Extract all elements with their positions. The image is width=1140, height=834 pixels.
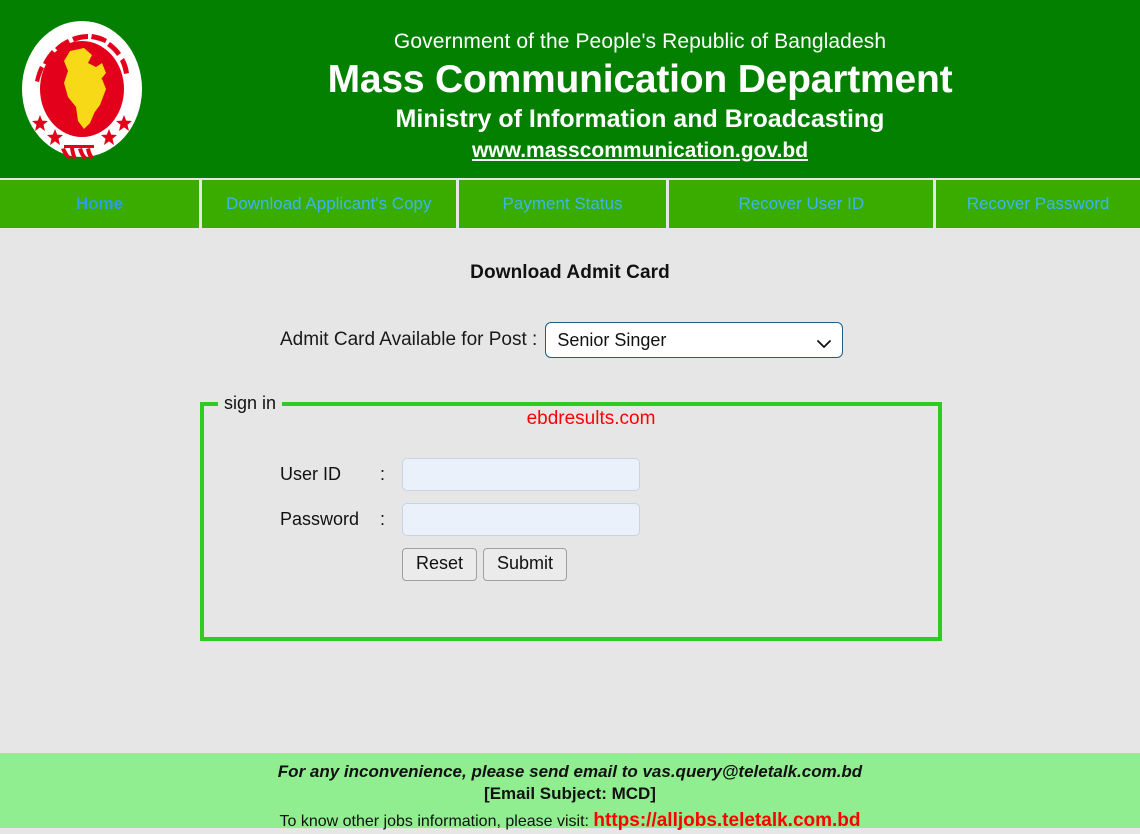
user-id-row: User ID : [280,458,938,491]
footer-jobs-line: To know other jobs information, please v… [0,806,1140,834]
reset-button[interactable]: Reset [402,548,478,581]
footer-email-subject-line: [Email Subject: MCD] [484,784,656,804]
nav-item-home[interactable]: Home [0,180,199,228]
nav-item-download-applicants-copy[interactable]: Download Applicant's Copy [201,180,456,228]
header-department-title: Mass Communication Department [327,58,953,102]
nav-item-recover-password[interactable]: Recover Password [936,180,1140,228]
watermark-text: ebdresults.com [526,408,656,429]
post-selector-label: Admit Card Available for Post : [280,329,538,350]
form-buttons-row: Reset Submit [402,548,938,581]
header-website-link-wrap: www.masscommunication.gov.bd [160,135,1120,163]
password-label: Password [280,509,360,529]
header-ministry-line: Ministry of Information and Broadcasting [395,105,885,134]
nav-item-payment-status-label: Payment Status [502,194,623,213]
post-selector-row: Admit Card Available for Post : Senior S… [0,322,1140,358]
header-website-link[interactable]: www.masscommunication.gov.bd [472,139,808,162]
nav-item-recover-password-label: Recover Password [966,194,1110,213]
submit-button[interactable]: Submit [483,548,568,581]
user-id-input[interactable] [402,458,640,491]
signin-legend: sign in [224,393,277,413]
password-input[interactable] [402,503,640,536]
header-government-line: Government of the People's Republic of B… [393,30,887,53]
signin-form: User ID : Password : Reset Submit [280,458,938,581]
nav-item-download-applicants-copy-label: Download Applicant's Copy [226,194,432,213]
post-select-wrapper: Senior Singer [545,322,844,358]
user-id-label: User ID [280,464,342,484]
nav-item-payment-status[interactable]: Payment Status [458,180,667,228]
header-text-block: Government of the People's Republic of B… [160,0,1120,163]
page-title: Download Admit Card [470,262,670,283]
footer-contact-line: For any inconvenience, please send email… [277,762,863,781]
nav-item-recover-user-id[interactable]: Recover User ID [669,180,934,228]
signin-fieldset: sign in ebdresults.com User ID : Passwor… [200,393,942,641]
post-select[interactable]: Senior Singer [545,322,844,358]
nav-item-recover-user-id-label: Recover User ID [738,194,865,213]
main-content: Download Admit Card Admit Card Available… [0,230,1140,753]
site-header: Government of the People's Republic of B… [0,0,1140,178]
user-id-separator: : [380,464,386,484]
main-navigation: Home Download Applicant's Copy Payment S… [0,180,1140,230]
password-separator: : [380,509,386,529]
site-footer: For any inconvenience, please send email… [0,753,1140,831]
password-row: Password : [280,503,938,536]
bangladesh-government-emblem-icon [18,17,146,162]
nav-item-home-label: Home [75,194,124,213]
footer-jobs-prefix: To know other jobs information, please v… [279,812,589,830]
